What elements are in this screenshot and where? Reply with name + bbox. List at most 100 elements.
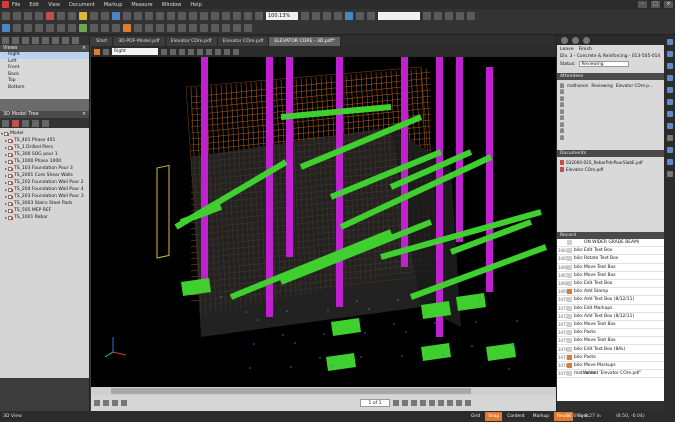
zoom-out-icon[interactable] [145,12,153,20]
show-all-icon[interactable] [22,119,29,127]
visibility-checkbox[interactable] [8,187,13,192]
cloud-icon[interactable] [112,24,120,32]
record-row[interactable]: 3476 bilo: Edit Text Box (8AL) [557,345,664,354]
polygon-icon[interactable] [101,24,109,32]
lightbulb-icon[interactable] [447,400,453,406]
visibility-checkbox[interactable] [8,201,13,206]
leave-button[interactable]: Leave [560,47,574,52]
text-select-icon[interactable] [90,12,98,20]
prev-view-icon[interactable] [178,12,186,20]
visibility-checkbox[interactable] [8,138,13,143]
record-row[interactable]: 3474 bilo: Paste [557,329,664,338]
tree-item[interactable]: ▸ TS_204 Foundation Wall Pour 4 [0,186,89,193]
overlay-icon[interactable] [367,12,375,20]
crop-icon[interactable] [222,24,230,32]
finish-button[interactable]: Finish [579,47,592,52]
back-icon[interactable] [429,400,435,406]
tab-3[interactable]: Elevator COre.pdf [217,37,270,46]
tree-item[interactable]: ▸ TS_3003 Stairs Steel Pads [0,200,89,207]
record-row[interactable]: 3470 bilo: Add Text Box (8/12/11) [557,296,664,305]
visibility-checkbox[interactable] [8,208,13,213]
tree-item[interactable]: ▸ TS_1000 Phase 1000 [0,158,89,165]
tree-item[interactable]: ▸ TS_505 MEP REF [0,207,89,214]
actual-size-icon[interactable] [244,12,252,20]
tree-item[interactable]: ▸ TS_2001 Core Shear Walls [0,172,89,179]
view-select[interactable]: Right [112,48,158,55]
pencil-icon[interactable] [583,36,590,44]
textbox-icon[interactable] [57,24,65,32]
status-toggle-content[interactable]: Content [504,412,527,421]
tree-options-icon[interactable] [42,119,49,127]
thumbnails-icon[interactable] [2,36,9,44]
record-row[interactable]: 3467 bilo: Move Text Box [557,272,664,280]
length-icon[interactable] [145,24,153,32]
search-input[interactable] [378,12,420,20]
ellipse-icon[interactable] [90,24,98,32]
perimeter-icon[interactable] [167,24,175,32]
tools-icon[interactable] [434,12,442,20]
signatures-icon[interactable] [72,36,79,44]
walk-icon[interactable] [188,48,194,55]
studio-icon[interactable] [572,36,579,44]
menu-help[interactable]: Help [190,2,201,8]
record-row[interactable]: 3465 bilo: Rotate Text Box [557,255,664,264]
record-row[interactable]: 3477 bilo: Paste [557,354,664,362]
zoom-in-icon[interactable] [134,12,142,20]
panel-close-icon[interactable]: × [82,45,86,52]
status-toggle-markup[interactable]: Markup [530,412,552,421]
tab-0[interactable]: Start [91,37,114,46]
settings-icon[interactable] [467,12,475,20]
pan-3d-icon[interactable] [170,48,176,55]
attendee-row[interactable] [557,134,664,141]
search-panel-icon[interactable] [666,123,673,129]
eraser-icon[interactable] [189,24,197,32]
snapshot-icon[interactable] [123,12,131,20]
single-page-icon[interactable] [312,12,320,20]
menu-document[interactable]: Document [69,2,95,8]
maximize-icon[interactable]: □ [651,1,660,8]
prev-page-icon[interactable] [402,400,408,406]
first-page-icon[interactable] [393,400,399,406]
image-icon[interactable] [134,24,142,32]
arrow-icon[interactable] [35,24,43,32]
tree-item[interactable]: ▸ TS_300 SOG pour 1 [0,151,89,158]
sync-icon[interactable] [345,12,353,20]
fit-width-icon[interactable] [233,12,241,20]
close-icon[interactable]: × [664,1,673,8]
search-icon[interactable] [423,12,431,20]
menu-file[interactable]: File [12,2,20,8]
menu-view[interactable]: View [48,2,60,8]
lighting-icon[interactable] [215,48,221,55]
background-color-icon[interactable] [224,48,230,55]
links-icon[interactable] [62,36,69,44]
home-view-icon[interactable] [103,48,109,55]
zoom-3d-icon[interactable] [179,48,185,55]
tree-item[interactable]: ▸ TS_1 Drilled Piers [0,144,89,151]
visibility-checkbox[interactable] [8,152,13,157]
page-number-field[interactable]: 1 of 1 [360,399,390,407]
select-icon[interactable] [112,12,120,20]
scrollbar-thumb[interactable] [111,388,471,394]
split-icon[interactable] [334,12,342,20]
record-row[interactable]: 3472 bilo: Add Text Box (8/12/11) [557,313,664,321]
highlight-icon[interactable] [79,12,87,20]
lock-icon[interactable] [200,24,208,32]
attendee-row[interactable]: mathanon Reviewing Elevator COre.p... [557,82,664,89]
sync-view-icon[interactable] [121,400,127,406]
single-page-view-icon[interactable] [94,400,100,406]
markups-list-icon[interactable] [666,51,673,57]
save-icon[interactable] [24,12,32,20]
fly-icon[interactable] [197,48,203,55]
zoom-tool-icon[interactable] [255,12,263,20]
marquee-zoom-icon[interactable] [200,12,208,20]
model-tree-icon[interactable] [32,36,39,44]
chevron-icon[interactable] [465,400,471,406]
dynamic-zoom-icon[interactable] [211,12,219,20]
render-mode-icon[interactable] [206,48,212,55]
tab-4[interactable]: ELEVATOR CORE - 3D.pdf* [269,37,341,46]
visibility-checkbox[interactable] [4,131,9,136]
status-toggle-grid[interactable]: Grid [468,412,483,421]
print-icon[interactable] [35,12,43,20]
hide-icon[interactable] [12,119,19,127]
links-panel-icon[interactable] [666,159,673,165]
